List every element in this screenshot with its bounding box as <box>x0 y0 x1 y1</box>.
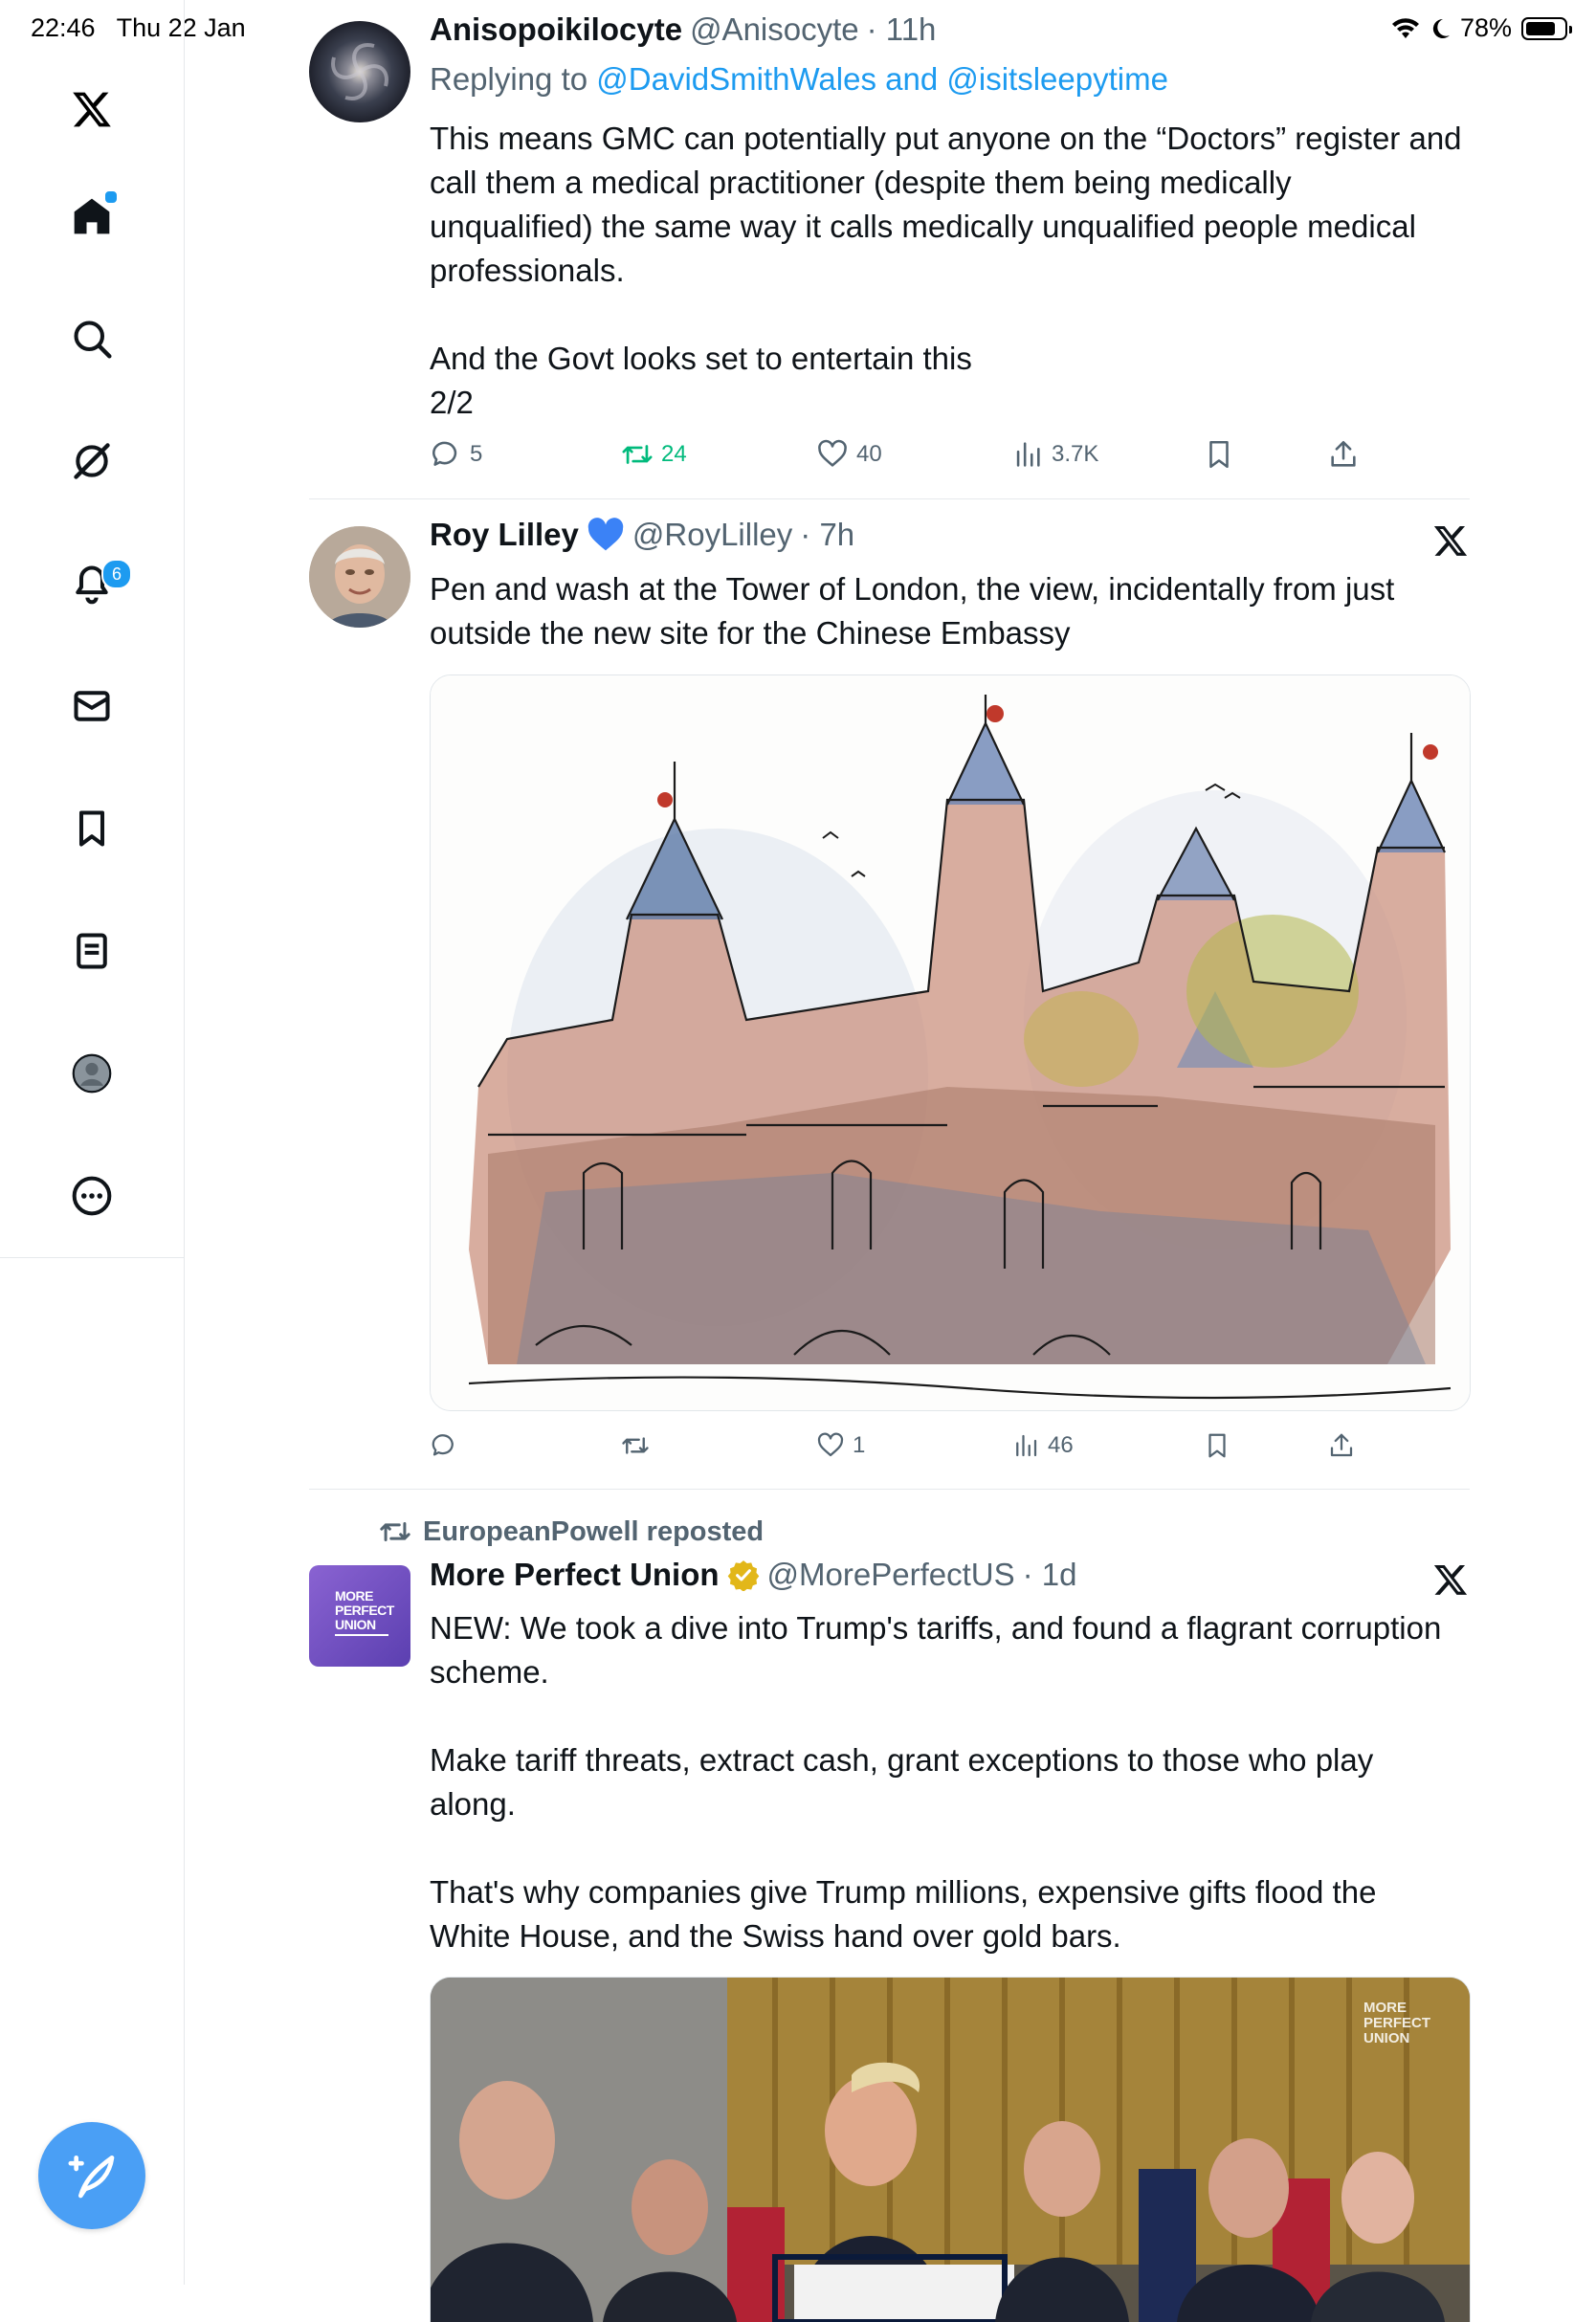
wifi-icon <box>1391 17 1419 38</box>
view-count: 46 <box>1048 1432 1074 1458</box>
grok-icon[interactable] <box>61 431 122 492</box>
replying-to-handles[interactable]: @DavidSmithWales and @isitsleepytime <box>596 61 1168 97</box>
moon-icon <box>1432 18 1450 38</box>
author-name[interactable]: Roy Lilley <box>430 517 579 553</box>
avatar[interactable]: MORE PERFECT UNION <box>309 1565 410 1667</box>
mail-icon[interactable] <box>61 675 122 737</box>
tweet-text: This means GMC can potentially put anyon… <box>430 121 1462 420</box>
avatar[interactable] <box>309 526 410 628</box>
author-name[interactable]: More Perfect Union <box>430 1557 720 1593</box>
avatar[interactable] <box>309 21 410 122</box>
battery-icon <box>1521 16 1572 40</box>
x-logo-icon[interactable] <box>1432 522 1469 559</box>
tweet-header: Anisopoikilocyte @Anisocyte · 11h <box>430 11 936 48</box>
share-icon <box>1330 1433 1353 1457</box>
author-handle[interactable]: @RoyLilley <box>632 517 792 553</box>
list-icon[interactable] <box>61 920 122 982</box>
bell-icon[interactable]: 6 <box>61 553 132 614</box>
sidebar-divider <box>0 1257 184 1258</box>
views-button[interactable]: 46 <box>1011 1431 1074 1460</box>
repost-button[interactable]: 24 <box>621 438 687 471</box>
tweet-header: Roy Lilley @RoyLilley · 7h <box>430 517 854 553</box>
search-icon[interactable] <box>61 308 122 369</box>
bookmark-icon <box>1208 1433 1226 1458</box>
verified-gold-icon <box>727 1560 759 1591</box>
view-count: 3.7K <box>1052 441 1099 467</box>
author-handle[interactable]: @Anisocyte <box>690 11 859 48</box>
blue-heart-icon <box>587 518 624 551</box>
tweet-text: NEW: We took a dive into Trump's tariffs… <box>430 1610 1442 1954</box>
tweet-image[interactable]: MORE PERFECT UNION <box>430 1977 1471 2322</box>
tweet-time[interactable]: · 1d <box>1023 1557 1077 1593</box>
repost-label[interactable]: EuropeanPowell reposted <box>379 1515 764 1548</box>
reply-icon <box>432 1434 454 1456</box>
watercolour-painting-image <box>431 675 1470 1410</box>
galaxy-avatar-image <box>331 43 388 100</box>
repost-count: 24 <box>661 441 687 467</box>
tweet-time[interactable]: · 7h <box>800 517 854 553</box>
status-bar-right: 78% <box>1391 13 1572 43</box>
heart-icon <box>818 439 847 467</box>
tweet-image[interactable] <box>430 674 1471 1411</box>
notification-badge: 6 <box>101 559 132 589</box>
tweet-separator <box>309 1489 1470 1490</box>
like-button[interactable]: 40 <box>816 438 882 471</box>
author-name[interactable]: Anisopoikilocyte <box>430 11 682 48</box>
repost-by: EuropeanPowell reposted <box>423 1515 765 1547</box>
x-logo-icon[interactable] <box>61 78 122 140</box>
signing-photo-image <box>431 1978 1470 2322</box>
reply-button[interactable] <box>430 1431 466 1460</box>
share-button[interactable] <box>1327 1431 1356 1460</box>
tweet-separator <box>309 498 1470 499</box>
reply-count: 5 <box>470 441 483 467</box>
share-icon <box>1331 440 1356 467</box>
avatar-logo-text: MORE PERFECT UNION <box>335 1588 394 1632</box>
home-unread-dot <box>103 189 119 205</box>
repost-button[interactable] <box>621 1431 657 1460</box>
bookmark-icon <box>1209 440 1229 469</box>
like-count: 1 <box>853 1432 866 1458</box>
heart-icon <box>817 1432 844 1457</box>
tweet-actions: 1 46 <box>430 1431 1386 1473</box>
battery-percent: 78% <box>1459 13 1512 42</box>
home-icon[interactable] <box>61 186 122 247</box>
views-icon <box>1016 442 1040 467</box>
profile-icon[interactable] <box>61 1043 122 1104</box>
like-count: 40 <box>856 441 882 467</box>
views-icon <box>1016 1434 1037 1457</box>
share-button[interactable] <box>1327 438 1360 471</box>
author-handle[interactable]: @MorePerfectUS <box>767 1557 1015 1593</box>
watermark-logo: MORE PERFECT UNION <box>1363 2000 1431 2046</box>
like-button[interactable]: 1 <box>816 1431 865 1460</box>
tweet-header: More Perfect Union @MorePerfectUS · 1d <box>430 1557 1077 1593</box>
bookmark-button[interactable] <box>1203 438 1235 471</box>
reply-button[interactable]: 5 <box>430 438 482 471</box>
tweet-actions: 5 24 40 3.7K <box>430 438 1386 480</box>
compose-icon <box>68 2156 115 2199</box>
tweet-text: Pen and wash at the Tower of London, the… <box>430 571 1404 651</box>
repost-icon <box>380 1522 410 1541</box>
compose-button[interactable] <box>38 2122 145 2229</box>
replying-to: Replying to @DavidSmithWales and @isitsl… <box>430 61 1168 98</box>
x-logo-icon[interactable] <box>1432 1561 1469 1598</box>
bookmark-icon[interactable] <box>61 798 122 859</box>
views-button[interactable]: 3.7K <box>1011 438 1098 471</box>
repost-icon <box>622 1437 649 1454</box>
more-icon[interactable] <box>61 1165 122 1227</box>
reply-icon <box>432 441 457 466</box>
bookmark-button[interactable] <box>1203 1431 1231 1460</box>
tweet-time[interactable]: · 11h <box>867 11 937 48</box>
repost-icon <box>622 445 653 464</box>
replying-prefix: Replying to <box>430 61 588 97</box>
avatar-logo-underline <box>335 1634 388 1636</box>
portrait-avatar-image <box>309 526 410 628</box>
